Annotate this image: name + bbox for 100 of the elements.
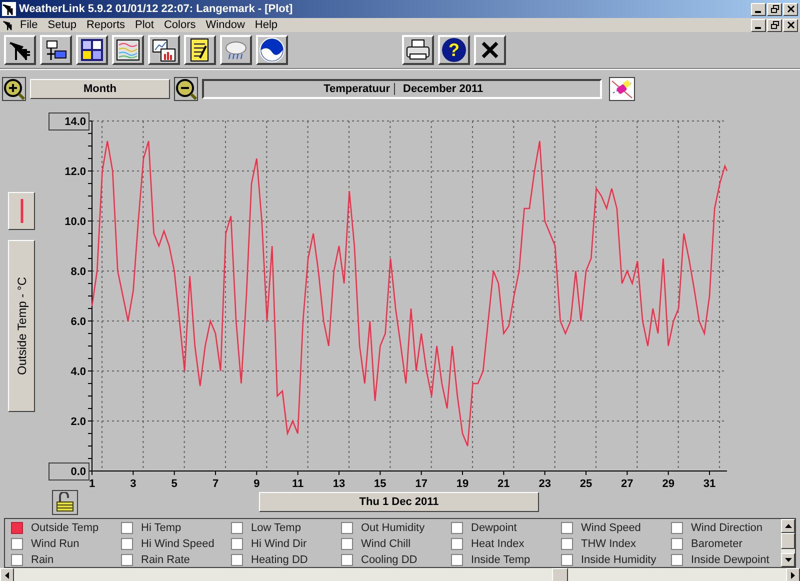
toolbar-button[interactable] <box>220 35 252 65</box>
padlock-icon <box>56 492 74 512</box>
left-arrow-icon[interactable] <box>5 572 9 578</box>
x-tick-label: 27 <box>621 478 634 489</box>
eraser-icon <box>611 79 633 99</box>
checkbox-label: Wind Direction <box>691 522 763 534</box>
checkbox[interactable] <box>671 522 683 534</box>
lock-button[interactable] <box>52 490 78 514</box>
checkbox[interactable] <box>341 554 353 566</box>
checkbox-label: Inside Humidity <box>581 554 656 566</box>
x-tick-label: 1 <box>88 478 96 489</box>
checkbox[interactable] <box>121 522 133 534</box>
toolbar-button[interactable] <box>256 35 288 65</box>
y-tick-label: 6.0 <box>70 316 86 328</box>
toolbar-button[interactable] <box>4 35 36 65</box>
menu-item[interactable]: File <box>15 19 43 31</box>
up-arrow-icon[interactable] <box>784 524 792 528</box>
x-tick-label: 29 <box>662 478 674 489</box>
checkbox[interactable] <box>561 538 573 550</box>
checkbox-label: Hi Temp <box>141 522 182 534</box>
checkbox[interactable] <box>11 538 23 550</box>
axis-limit-field[interactable]: 14.0 <box>48 112 90 130</box>
checkbox-label: Heat Index <box>471 538 524 550</box>
toolbar-button[interactable] <box>76 35 108 65</box>
checkbox-label: Inside Dewpoint <box>691 554 770 566</box>
y-tick-label: 8.0 <box>70 266 86 278</box>
date-button[interactable]: Thu 1 Dec 2011 <box>259 492 539 512</box>
eraser-button[interactable] <box>609 77 635 101</box>
minimize-button[interactable] <box>751 18 766 32</box>
menu-item[interactable]: Plot <box>130 19 159 31</box>
close-button[interactable] <box>783 2 798 16</box>
axis-limit-field[interactable]: 0.0 <box>48 462 90 480</box>
checkbox-label: Cooling DD <box>361 554 418 566</box>
close-button[interactable] <box>783 18 798 32</box>
menu-item[interactable]: Setup <box>42 19 82 31</box>
close-icon <box>481 41 499 59</box>
globe-logo-icon <box>259 37 285 63</box>
checkbox[interactable] <box>561 522 573 534</box>
menu-item[interactable]: Colors <box>158 19 201 31</box>
menu-item[interactable]: Reports <box>81 19 130 31</box>
checkbox-label: Barometer <box>691 538 742 550</box>
checkbox[interactable] <box>11 554 23 566</box>
app-icon <box>2 2 16 16</box>
minimize-button[interactable] <box>751 2 766 16</box>
checkbox[interactable] <box>561 554 573 566</box>
x-tick-label: 3 <box>130 478 136 489</box>
x-tick-label: 31 <box>703 478 716 489</box>
x-tick-label: 9 <box>254 478 260 489</box>
checkbox[interactable] <box>231 554 243 566</box>
checkbox[interactable] <box>231 522 243 534</box>
checkbox-label: THW Index <box>581 538 636 550</box>
zoom-out-button[interactable] <box>174 77 198 101</box>
checkbox[interactable] <box>231 538 243 550</box>
y-tick-label: 0.0 <box>70 466 86 478</box>
help-button[interactable]: ? <box>438 35 470 65</box>
checkbox[interactable] <box>341 522 353 534</box>
checkbox[interactable] <box>671 538 683 550</box>
x-tick-label: 7 <box>212 478 219 489</box>
vertical-scrollbar[interactable] <box>781 519 795 567</box>
restore-button[interactable] <box>767 18 782 32</box>
toolbar-button[interactable] <box>112 35 144 65</box>
checkbox-label: Rain <box>31 554 54 566</box>
exit-button[interactable] <box>474 35 506 65</box>
scrollbar-thumb[interactable] <box>552 568 568 581</box>
toolbar-button[interactable] <box>184 35 216 65</box>
menu-item[interactable]: Window <box>200 19 250 31</box>
toolbar-button[interactable] <box>148 35 180 65</box>
horizontal-scrollbar[interactable] <box>0 568 800 581</box>
x-tick-label: 5 <box>171 478 178 489</box>
toolbar-button[interactable] <box>40 35 72 65</box>
x-tick-label: 19 <box>456 478 469 489</box>
checkbox[interactable] <box>451 538 463 550</box>
checkbox-label: Wind Speed <box>581 522 641 534</box>
zoom-in-button[interactable] <box>2 77 26 101</box>
period-button[interactable]: Month <box>30 79 170 99</box>
checkbox-label: Dewpoint <box>471 522 517 534</box>
checkbox[interactable] <box>341 538 353 550</box>
scrollbar-thumb[interactable] <box>781 533 795 549</box>
charts-icon <box>152 38 176 62</box>
checkbox[interactable] <box>671 554 683 566</box>
restore-button[interactable] <box>767 2 782 16</box>
checkbox-label: Wind Run <box>31 538 80 550</box>
print-button[interactable] <box>402 35 434 65</box>
x-tick-label: 25 <box>580 478 592 489</box>
down-arrow-icon[interactable] <box>784 558 792 562</box>
line-sample-icon <box>20 197 24 225</box>
y-tick-label: 14.0 <box>64 116 86 128</box>
checkbox[interactable] <box>451 554 463 566</box>
checkbox[interactable] <box>121 554 133 566</box>
close-icon <box>786 5 794 13</box>
checkbox[interactable] <box>121 538 133 550</box>
line-style-button[interactable] <box>8 192 35 230</box>
menu-item[interactable]: Help <box>250 19 283 31</box>
checkbox[interactable] <box>11 522 23 534</box>
y-axis-title: Outside Temp - °C <box>14 277 28 375</box>
checkbox[interactable] <box>451 522 463 534</box>
right-arrow-icon[interactable] <box>791 572 795 578</box>
computer-icon <box>44 38 68 62</box>
checkbox-label: Rain Rate <box>141 554 190 566</box>
checkbox-label: Wind Chill <box>361 538 411 550</box>
